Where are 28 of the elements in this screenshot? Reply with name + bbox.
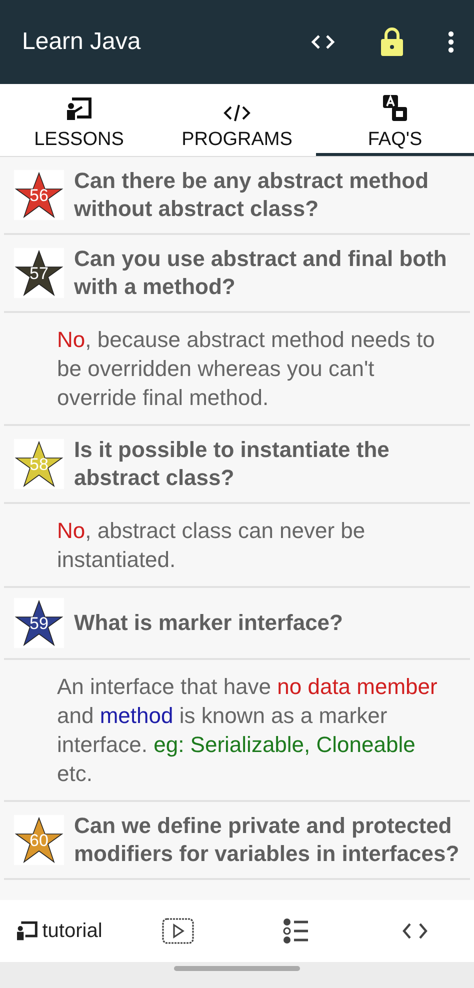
list-icon[interactable] (283, 918, 310, 944)
answer-text: An interface that have no data member and method is known as a marker interface. eg: Serializable, Cloneable etc. (57, 673, 438, 788)
presentation-icon (66, 96, 92, 122)
presentation-icon (16, 921, 38, 941)
tutorial-button[interactable]: tutorial (16, 916, 102, 946)
question-text[interactable]: Can you use abstract and final both with a method? (74, 245, 462, 301)
tab[interactable]: PROGRAMS (158, 84, 316, 156)
star-badge: 58 (14, 439, 64, 489)
star-badge: 59 (14, 598, 64, 648)
app-title: Learn Java (22, 27, 142, 57)
question-text[interactable]: Is it possible to instantiate the abstract class? (74, 436, 462, 492)
home-handle[interactable] (174, 966, 300, 971)
more-menu-icon[interactable] (448, 31, 454, 53)
lock-icon[interactable] (380, 27, 404, 57)
code-icon[interactable] (400, 922, 429, 940)
question-text[interactable]: Can we define private and protected modifiers for variables in interfaces? (74, 812, 462, 868)
tab[interactable]: FAQ'S (316, 84, 474, 156)
star-badge: 56 (14, 170, 64, 220)
tab[interactable]: LESSONS (0, 84, 158, 156)
code-icon (223, 104, 251, 122)
star-badge: 60 (14, 815, 64, 865)
answer-text: No, because abstract method needs to be overridden whereas you can't override final method. (57, 326, 436, 412)
translate-icon (382, 94, 408, 122)
question-text[interactable]: Can there be any abstract method without abstract class? (74, 167, 462, 223)
answer-text: No, abstract class can never be instantiated. (57, 517, 366, 574)
star-badge: 57 (14, 248, 64, 298)
question-text[interactable]: What is marker interface? (74, 609, 343, 637)
video-icon[interactable] (162, 918, 194, 944)
